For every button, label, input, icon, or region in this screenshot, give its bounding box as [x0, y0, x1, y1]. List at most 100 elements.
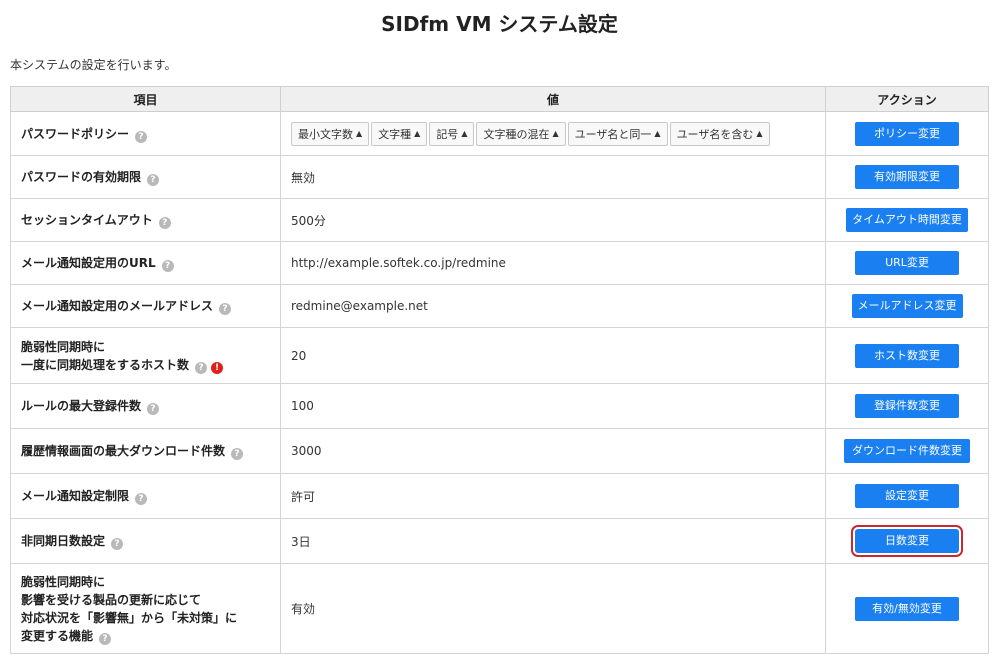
table-row-max-rules: ルールの最大登録件数? 100 登録件数変更	[10, 383, 989, 429]
action-cell: タイムアウト時間変更	[825, 198, 989, 242]
help-icon[interactable]: ?	[161, 260, 174, 272]
item-label: メール通知設定制限	[21, 489, 130, 503]
caret-up-icon: ▲	[654, 129, 661, 138]
caret-up-icon: ▲	[356, 129, 363, 138]
item-cell: パスワードポリシー?	[10, 111, 281, 156]
settings-table: 項目 値 アクション パスワードポリシー? 最小文字数 ▲ 文字種 ▲ 記号 ▲ 文字…	[10, 86, 989, 654]
policy-option-contains-username[interactable]: ユーザ名を含む ▲	[669, 121, 770, 146]
item-cell: パスワードの有効期限?	[10, 155, 281, 199]
help-icon[interactable]: ?	[147, 174, 160, 186]
value-cell: 3日	[280, 518, 826, 564]
change-policy-button[interactable]: ポリシー変更	[855, 121, 959, 146]
table-row-password-policy: パスワードポリシー? 最小文字数 ▲ 文字種 ▲ 記号 ▲ 文字種の混在 ▲ ユーザ名と…	[10, 111, 989, 156]
item-cell: 脆弱性同期時に 一度に同期処理をするホスト数?!	[10, 327, 281, 384]
change-url-button[interactable]: URL変更	[855, 251, 959, 275]
change-rule-count-button[interactable]: 登録件数変更	[855, 394, 959, 418]
change-download-count-button[interactable]: ダウンロード件数変更	[844, 439, 970, 463]
warning-icon[interactable]: !	[211, 361, 224, 374]
table-row-status-auto-change: 脆弱性同期時に 影響を受ける製品の更新に応じて 対応状況を「影響無」から「未対策…	[10, 563, 989, 654]
caret-up-icon: ▲	[756, 129, 763, 138]
help-icon[interactable]: ?	[135, 130, 148, 143]
page-title: SIDfm VM システム設定	[381, 12, 618, 36]
item-cell: メール通知設定用のURL?	[10, 241, 281, 285]
item-label: 脆弱性同期時に	[21, 339, 106, 354]
value-cell: 許可	[280, 473, 826, 519]
item-label: パスワードポリシー	[21, 126, 130, 141]
help-icon[interactable]: ?	[231, 448, 244, 460]
item-cell: メール通知設定用のメールアドレス?	[10, 284, 281, 328]
action-cell: メールアドレス変更	[825, 284, 989, 328]
item-label: 履歴情報画面の最大ダウンロード件数	[21, 444, 226, 458]
change-mail-address-button[interactable]: メールアドレス変更	[851, 294, 963, 318]
item-cell: 非同期日数設定?	[10, 518, 281, 564]
policy-option-min-length[interactable]: 最小文字数 ▲	[291, 121, 370, 146]
policy-option-same-as-username[interactable]: ユーザ名と同一 ▲	[567, 121, 668, 146]
change-host-count-button[interactable]: ホスト数変更	[855, 343, 959, 368]
item-cell: 履歴情報画面の最大ダウンロード件数?	[10, 428, 281, 474]
table-row-max-downloads: 履歴情報画面の最大ダウンロード件数? 3000 ダウンロード件数変更	[10, 428, 989, 474]
change-timeout-button[interactable]: タイムアウト時間変更	[846, 208, 968, 232]
value-cell: 20	[280, 327, 826, 384]
action-cell: ホスト数変更	[825, 327, 989, 384]
caret-up-icon: ▲	[414, 129, 421, 138]
table-row-session-timeout: セッションタイムアウト? 500分 タイムアウト時間変更	[10, 198, 989, 242]
item-label: 変更する機能	[21, 628, 94, 643]
policy-option-label: 記号	[436, 127, 459, 141]
item-label: メール通知設定用のURL	[21, 256, 156, 270]
policy-option-label: ユーザ名と同一	[574, 127, 652, 141]
policy-option-label: ユーザ名を含む	[676, 127, 754, 141]
item-label: 非同期日数設定	[21, 534, 106, 548]
item-label: パスワードの有効期限	[21, 170, 142, 184]
value-cell: 無効	[280, 155, 826, 199]
value-cell: 3000	[280, 428, 826, 474]
help-icon[interactable]: ?	[99, 632, 112, 645]
table-row-mail-url: メール通知設定用のURL? http://example.softek.co.j…	[10, 241, 989, 285]
policy-option-label: 文字種	[378, 127, 412, 141]
value-cell: 500分	[280, 198, 826, 242]
table-row-mail-restriction: メール通知設定制限? 許可 設定変更	[10, 473, 989, 519]
help-icon[interactable]: ?	[135, 493, 148, 505]
item-label: 影響を受ける製品の更新に応じて	[21, 592, 202, 607]
action-cell: 有効期限変更	[825, 155, 989, 199]
caret-up-icon: ▲	[552, 129, 559, 138]
help-icon[interactable]: ?	[158, 217, 171, 229]
table-row-sync-host-count: 脆弱性同期時に 一度に同期処理をするホスト数?! 20 ホスト数変更	[10, 327, 989, 384]
change-expiry-button[interactable]: 有効期限変更	[855, 165, 959, 189]
caret-up-icon: ▲	[461, 129, 468, 138]
policy-option-char-type[interactable]: 文字種 ▲	[371, 121, 428, 146]
item-cell: セッションタイムアウト?	[10, 198, 281, 242]
action-cell: ダウンロード件数変更	[825, 428, 989, 474]
policy-option-label: 最小文字数	[298, 127, 353, 141]
item-cell: ルールの最大登録件数?	[10, 383, 281, 429]
item-label: 対応状況を「影響無」から「未対策」に	[21, 610, 238, 625]
action-cell: 日数変更	[825, 518, 989, 564]
policy-option-symbol[interactable]: 記号 ▲	[429, 121, 475, 146]
item-label: 一度に同期処理をするホスト数	[21, 357, 190, 372]
action-cell: 有効/無効変更	[825, 563, 989, 654]
item-label: セッションタイムアウト	[21, 213, 153, 227]
header-item: 項目	[10, 86, 281, 112]
action-cell: 設定変更	[825, 473, 989, 519]
help-icon[interactable]: ?	[147, 403, 160, 415]
action-cell: 登録件数変更	[825, 383, 989, 429]
page-description: 本システムの設定を行います。	[10, 58, 177, 72]
value-cell: 100	[280, 383, 826, 429]
header-action: アクション	[825, 86, 989, 112]
change-days-button[interactable]: 日数変更	[851, 525, 963, 557]
item-cell: メール通知設定制限?	[10, 473, 281, 519]
action-cell: ポリシー変更	[825, 111, 989, 156]
change-setting-button[interactable]: 設定変更	[855, 484, 959, 508]
action-cell: URL変更	[825, 241, 989, 285]
toggle-enable-button[interactable]: 有効/無効変更	[855, 596, 959, 621]
policy-option-char-mix[interactable]: 文字種の混在 ▲	[476, 121, 566, 146]
help-icon[interactable]: ?	[195, 361, 208, 374]
value-cell: 最小文字数 ▲ 文字種 ▲ 記号 ▲ 文字種の混在 ▲ ユーザ名と同一 ▲ ユーザ名を含む…	[280, 111, 826, 156]
policy-option-label: 文字種の混在	[483, 127, 550, 141]
value-cell: 有効	[280, 563, 826, 654]
item-label: 脆弱性同期時に	[21, 574, 106, 589]
help-icon[interactable]: ?	[111, 538, 124, 550]
help-icon[interactable]: ?	[219, 303, 232, 315]
table-row-password-expiry: パスワードの有効期限? 無効 有効期限変更	[10, 155, 989, 199]
item-label: ルールの最大登録件数	[21, 399, 142, 413]
item-label: メール通知設定用のメールアドレス	[21, 299, 214, 313]
